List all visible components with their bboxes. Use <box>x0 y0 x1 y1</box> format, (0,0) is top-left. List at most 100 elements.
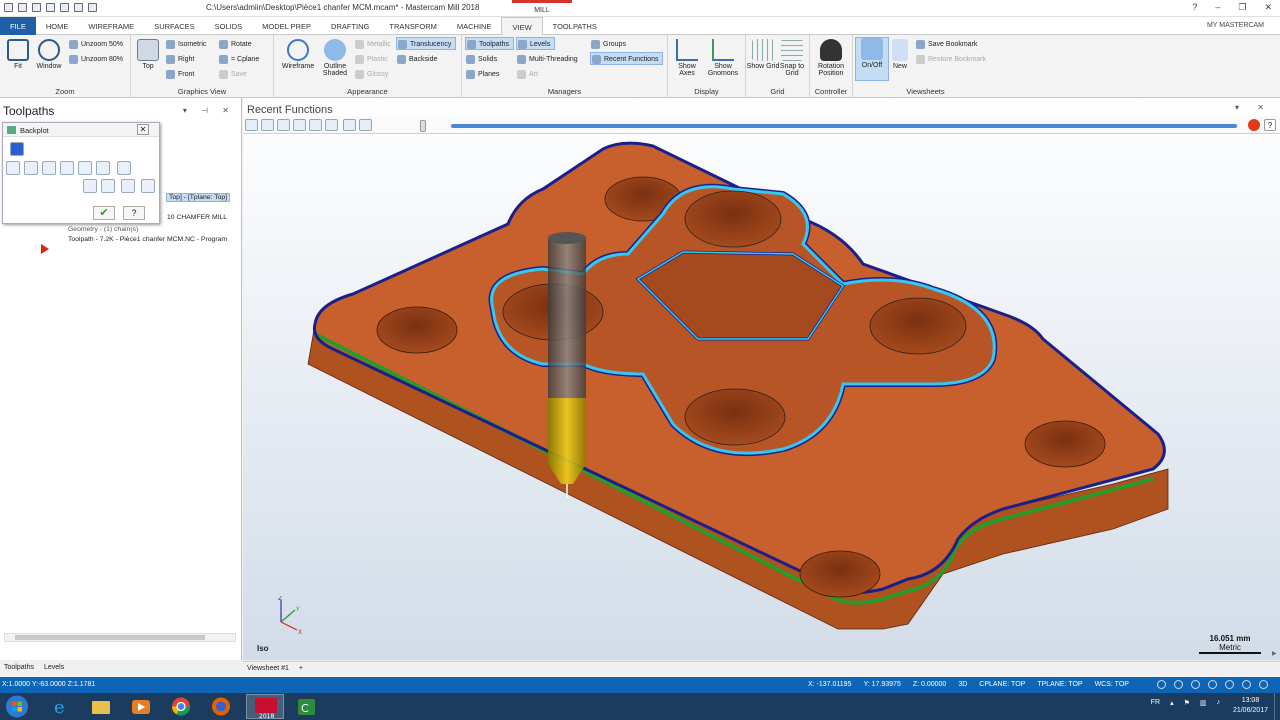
my-mastercam-link[interactable]: MY MASTERCAM <box>1207 22 1264 29</box>
tab-surfaces[interactable]: SURFACES <box>144 17 204 35</box>
language-indicator[interactable]: FR <box>1151 699 1160 707</box>
tab-toolpaths[interactable]: TOOLPATHS <box>543 17 607 35</box>
tab-view[interactable]: VIEW <box>501 17 543 35</box>
save-geometry-icon[interactable] <box>141 179 155 193</box>
tab-transform[interactable]: TRANSFORM <box>379 17 447 35</box>
tplane-status[interactable]: TPLANE: TOP <box>1037 681 1082 688</box>
expand-icon[interactable] <box>10 142 24 156</box>
rewind-icon[interactable] <box>277 119 290 131</box>
app-icon[interactable] <box>4 3 13 12</box>
restore-button[interactable]: ❐ <box>1238 2 1246 13</box>
show-axes-button[interactable]: Show Axes <box>670 39 704 77</box>
step-path-icon[interactable] <box>101 179 115 193</box>
progress-track[interactable] <box>451 124 1237 128</box>
firefox-taskbar-icon[interactable] <box>202 694 240 719</box>
part-model[interactable] <box>243 134 1280 660</box>
media-player-taskbar-icon[interactable] <box>122 694 160 719</box>
tab-model-prep[interactable]: MODEL PREP <box>252 17 321 35</box>
network-icon[interactable]: ▥ <box>1200 699 1207 707</box>
recent-functions-button[interactable]: Recent Functions <box>590 52 664 65</box>
right-view-button[interactable]: Right <box>165 53 194 66</box>
minimize-button[interactable]: – <box>1215 2 1220 13</box>
restore-bookmark-button[interactable]: Restore Bookmark <box>915 53 986 66</box>
playback-help-icon[interactable]: ? <box>1264 119 1276 131</box>
tray-arrow-icon[interactable]: ▴ <box>1170 699 1174 707</box>
outline-shaded-button[interactable]: Outline Shaded <box>318 39 352 77</box>
metallic-button[interactable]: Metallic <box>354 38 391 51</box>
levels-manager-button[interactable]: Levels <box>516 37 556 50</box>
cplane-button[interactable]: = Cplane <box>218 53 259 66</box>
insert-arrow-icon[interactable] <box>41 244 49 254</box>
tab-wireframe[interactable]: WIREFRAME <box>78 17 144 35</box>
shading-icon[interactable] <box>1174 680 1183 689</box>
start-button-icon[interactable] <box>2 693 32 720</box>
wcs-status[interactable]: WCS: TOP <box>1095 681 1129 688</box>
tab-levels[interactable]: Levels <box>44 664 64 672</box>
undo-icon[interactable] <box>74 3 83 12</box>
fast-forward-icon[interactable] <box>325 119 338 131</box>
display-path-icon[interactable] <box>6 161 20 175</box>
art-button[interactable]: Art <box>516 68 538 81</box>
stop-icon[interactable] <box>261 119 274 131</box>
settings-icon[interactable] <box>1259 680 1268 689</box>
print-icon[interactable] <box>60 3 69 12</box>
unzoom50-button[interactable]: Unzoom 50% <box>68 38 123 51</box>
add-viewsheet-button[interactable]: + <box>299 665 303 672</box>
ie-taskbar-icon[interactable]: e <box>42 694 80 719</box>
volume-icon[interactable]: ♪ <box>1217 699 1221 707</box>
tab-home[interactable]: HOME <box>36 17 79 35</box>
speed-icon[interactable] <box>359 119 372 131</box>
open-icon[interactable] <box>32 3 41 12</box>
step-back-icon[interactable] <box>293 119 306 131</box>
save-view-button[interactable]: Save <box>218 68 247 81</box>
backside-button[interactable]: Backside <box>396 53 437 66</box>
display-tool-icon[interactable] <box>24 161 38 175</box>
window-zoom-button[interactable]: Window <box>32 39 66 70</box>
display-entity-icon[interactable] <box>78 161 92 175</box>
explorer-taskbar-icon[interactable] <box>82 694 120 719</box>
chrome-taskbar-icon[interactable] <box>162 694 200 719</box>
help-icon[interactable]: ? <box>1192 2 1197 13</box>
camtasia-taskbar-icon[interactable]: C <box>288 694 326 719</box>
wire-icon[interactable] <box>1208 680 1217 689</box>
tree-planes-item[interactable]: Top] - [Tplane: Top] <box>166 193 231 202</box>
cube-icon[interactable] <box>1191 680 1200 689</box>
save-icon[interactable] <box>46 3 55 12</box>
fit-button[interactable]: Fit <box>1 39 35 70</box>
tab-toolpaths[interactable]: Toolpaths <box>4 664 34 672</box>
viewsheets-onoff-button[interactable]: On/Off <box>855 37 889 81</box>
clock[interactable]: 13:08 21/06/2017 <box>1233 696 1268 716</box>
display-rapid-icon[interactable] <box>60 161 74 175</box>
show-desktop-button[interactable] <box>1274 693 1280 720</box>
multithreading-button[interactable]: Multi-Threading <box>516 53 578 66</box>
tab-drafting[interactable]: DRAFTING <box>321 17 379 35</box>
save-bookmark-button[interactable]: Save Bookmark <box>915 38 977 51</box>
step-forward-icon[interactable] <box>309 119 322 131</box>
quick-verify-icon[interactable] <box>83 179 97 193</box>
mode-3d[interactable]: 3D <box>958 681 967 688</box>
snap-to-grid-button[interactable]: Snap to Grid <box>775 39 809 77</box>
plastic-button[interactable]: Plastic <box>354 53 388 66</box>
graphics-viewport[interactable]: Recent Functions ▾ ✕ ? Z Y X Iso 16.051 … <box>243 98 1280 660</box>
hidden-icon[interactable] <box>1242 680 1251 689</box>
tab-solids[interactable]: SOLIDS <box>205 17 253 35</box>
tab-file[interactable]: FILE <box>0 17 36 35</box>
wireframe-button[interactable]: Wireframe <box>280 39 316 70</box>
info-icon[interactable] <box>117 161 131 175</box>
x-coordinate[interactable]: X: -137.01195 <box>808 681 851 688</box>
viewport-scroll-arrow-icon[interactable]: ▶ <box>1272 650 1280 660</box>
trail-mode-icon[interactable] <box>343 119 356 131</box>
show-gnomons-button[interactable]: Show Gnomons <box>704 39 742 77</box>
translucency-button[interactable]: Translucency <box>396 37 457 50</box>
y-coordinate[interactable]: Y: 17.93975 <box>863 681 900 688</box>
new-icon[interactable] <box>18 3 27 12</box>
z-coordinate[interactable]: Z: 0.00000 <box>913 681 946 688</box>
planes-manager-button[interactable]: Planes <box>465 68 499 81</box>
display-endpoints-icon[interactable] <box>96 161 110 175</box>
new-viewsheet-button[interactable]: New <box>889 39 911 70</box>
section-icon[interactable] <box>1225 680 1234 689</box>
close-button[interactable]: ✕ <box>1264 2 1272 13</box>
solids-manager-button[interactable]: Solids <box>465 53 497 66</box>
tab-machine[interactable]: MACHINE <box>447 17 502 35</box>
play-icon[interactable] <box>245 119 258 131</box>
